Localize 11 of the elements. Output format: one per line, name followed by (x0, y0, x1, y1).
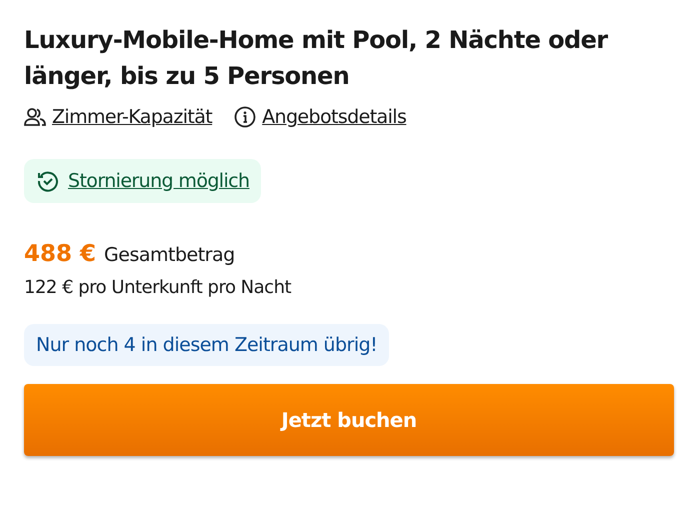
people-icon (24, 107, 46, 127)
total-price: 488 € (24, 241, 96, 267)
link[interactable]: Zimmer-Kapazität (52, 106, 212, 128)
price-per-night: 122 € pro Unterkunft pro Nacht (24, 277, 292, 298)
info-icon (234, 106, 256, 128)
link[interactable]: Angebotsdetails (262, 106, 406, 128)
total-label: Gesamtbetrag (104, 244, 235, 266)
offer-title: Luxury-Mobile-Home mit Pool, 2 Nächte oder länger, bis zu 5 Personen (24, 25, 609, 92)
availability-notice: Nur noch 4 in diesem Zeitraum übrig! (24, 324, 390, 366)
refresh-check-icon (36, 169, 60, 193)
cancellation-link[interactable]: Stornierung möglich (68, 170, 250, 192)
